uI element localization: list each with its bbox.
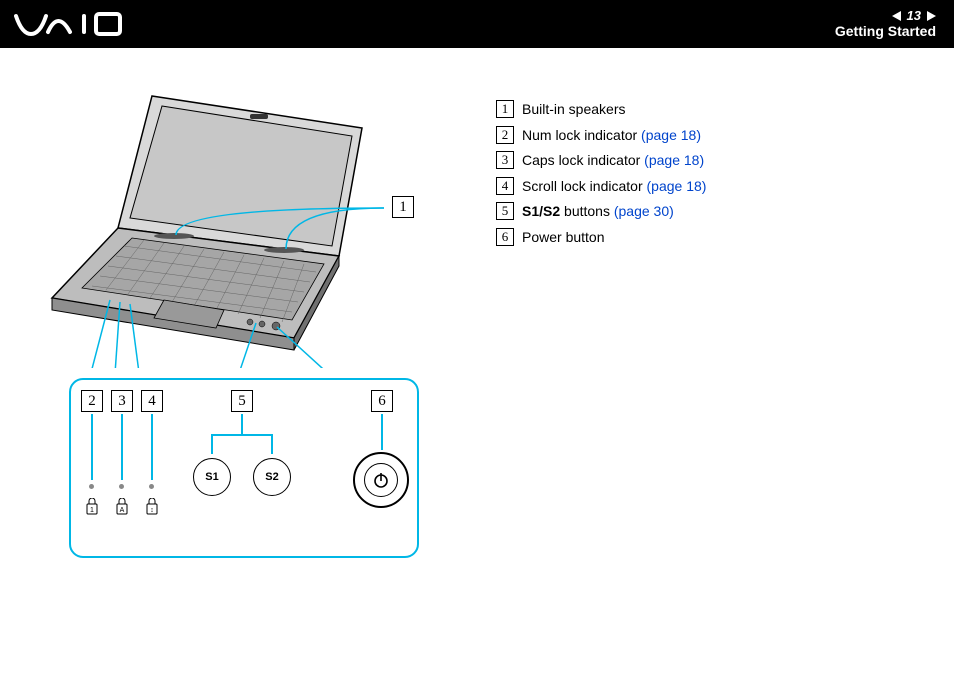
laptop-illustration (24, 88, 464, 368)
page-ref-18b[interactable]: (page 18) (644, 152, 704, 168)
power-button-inner-icon (364, 463, 398, 497)
legend-num-2: 2 (496, 126, 514, 144)
legend-row-3: 3 Caps lock indicator (page 18) (496, 151, 706, 171)
callout-1: 1 (392, 196, 414, 218)
next-page-arrow-icon[interactable] (927, 11, 936, 21)
callout-2: 2 (81, 390, 103, 412)
s2-button-icon: S2 (253, 458, 291, 496)
detail-panel: 2 3 4 5 6 1 (69, 378, 419, 558)
legend-row-1: 1 Built-in speakers (496, 100, 706, 120)
legend-text-2: Num lock indicator (page 18) (522, 126, 701, 146)
legend-num-1: 1 (496, 100, 514, 118)
page-ref-18a[interactable]: (page 18) (641, 127, 701, 143)
header-bar: 13 Getting Started (0, 0, 954, 48)
legend-text-5: S1/S2 buttons (page 30) (522, 202, 674, 222)
prev-page-arrow-icon[interactable] (892, 11, 901, 21)
page-content: 1 2 3 4 5 6 1 (0, 48, 954, 368)
legend-text-4: Scroll lock indicator (page 18) (522, 177, 706, 197)
s1-button-icon: S1 (193, 458, 231, 496)
legend-row-2: 2 Num lock indicator (page 18) (496, 126, 706, 146)
svg-text:1: 1 (90, 507, 94, 514)
page-ref-30[interactable]: (page 30) (614, 203, 674, 219)
scroll-lock-led-icon (149, 484, 154, 489)
svg-text:A: A (120, 507, 125, 514)
callout-4: 4 (141, 390, 163, 412)
header-right: 13 Getting Started (835, 8, 936, 40)
legend: 1 Built-in speakers 2 Num lock indicator… (496, 88, 706, 368)
num-lock-led-icon (89, 484, 94, 489)
page-nav: 13 (835, 8, 936, 24)
vaio-logo (14, 12, 124, 36)
caps-lock-icon: A (115, 498, 129, 516)
legend-row-5: 5 S1/S2 buttons (page 30) (496, 202, 706, 222)
laptop-figure: 1 2 3 4 5 6 1 (24, 88, 464, 368)
svg-text:↕: ↕ (150, 507, 154, 514)
num-lock-icon: 1 (85, 498, 99, 516)
legend-text-6: Power button (522, 228, 605, 248)
legend-num-5: 5 (496, 202, 514, 220)
legend-row-4: 4 Scroll lock indicator (page 18) (496, 177, 706, 197)
callout-3: 3 (111, 390, 133, 412)
section-title: Getting Started (835, 23, 936, 40)
legend-num-3: 3 (496, 151, 514, 169)
callout-6: 6 (371, 390, 393, 412)
page-number: 13 (907, 8, 921, 24)
caps-lock-led-icon (119, 484, 124, 489)
legend-row-6: 6 Power button (496, 228, 706, 248)
page-ref-18c[interactable]: (page 18) (647, 178, 707, 194)
power-icon (372, 471, 390, 489)
power-button-ring-icon (353, 452, 409, 508)
scroll-lock-icon: ↕ (145, 498, 159, 516)
legend-num-4: 4 (496, 177, 514, 195)
callout-5: 5 (231, 390, 253, 412)
legend-text-1: Built-in speakers (522, 100, 626, 120)
vaio-logo-svg (14, 12, 124, 36)
legend-text-3: Caps lock indicator (page 18) (522, 151, 704, 171)
legend-num-6: 6 (496, 228, 514, 246)
